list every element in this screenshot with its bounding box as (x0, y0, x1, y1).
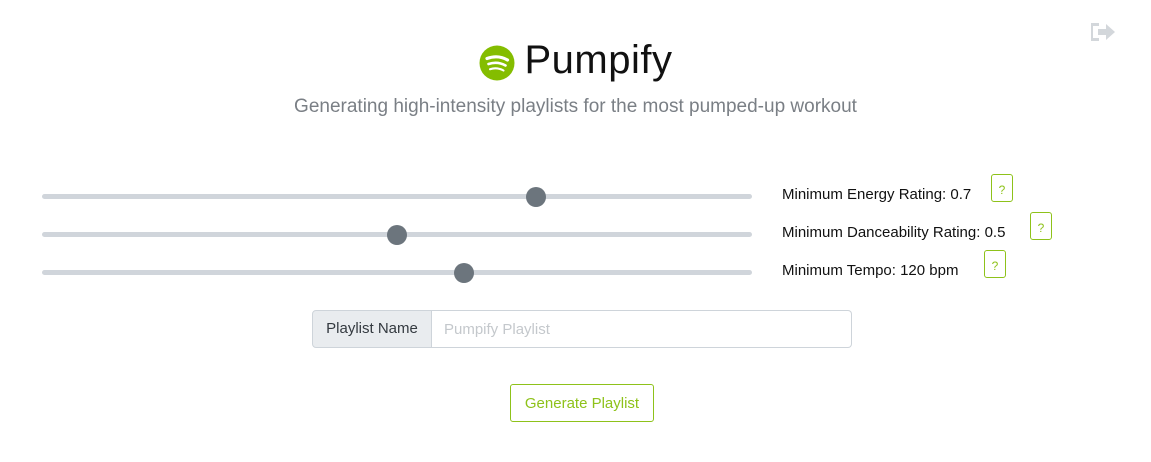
energy-slider-thumb[interactable] (526, 186, 547, 207)
danceability-slider-row: Minimum Danceability Rating: 0.5 ? (0, 212, 1151, 250)
tempo-slider-label: Minimum Tempo: 120 bpm (782, 262, 959, 279)
danceability-slider-label: Minimum Danceability Rating: 0.5 (782, 224, 1006, 241)
tempo-slider-thumb[interactable] (454, 262, 475, 283)
danceability-help-button[interactable]: ? (1030, 212, 1052, 240)
danceability-slider-thumb[interactable] (387, 224, 407, 245)
playlist-name-input[interactable] (432, 310, 852, 348)
energy-help-button[interactable]: ? (991, 174, 1013, 202)
tempo-slider-row: Minimum Tempo: 120 bpm ? (0, 250, 1151, 288)
energy-slider-label: Minimum Energy Rating: 0.7 (782, 186, 972, 203)
app-title: Pumpify (524, 38, 673, 82)
energy-slider-row: Minimum Energy Rating: 0.7 ? (0, 174, 1151, 212)
spotify-logo-icon (479, 45, 514, 80)
app-subtitle: Generating high-intensity playlists for … (294, 96, 857, 117)
playlist-name-group: Playlist Name (312, 310, 852, 348)
header: Pumpify (0, 38, 1151, 83)
playlist-name-addon: Playlist Name (312, 310, 432, 348)
generate-playlist-button[interactable]: Generate Playlist (510, 384, 654, 422)
tempo-slider-track[interactable] (42, 262, 752, 283)
danceability-slider-track[interactable] (42, 224, 752, 245)
energy-slider-track[interactable] (42, 186, 752, 207)
tempo-help-button[interactable]: ? (984, 250, 1006, 278)
